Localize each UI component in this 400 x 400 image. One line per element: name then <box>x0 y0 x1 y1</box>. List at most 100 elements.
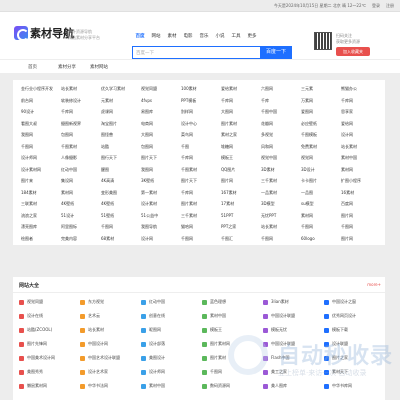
site-link[interactable]: 图片素材网 <box>202 341 230 347</box>
site-link[interactable]: 图片素材 <box>202 355 226 361</box>
site-link[interactable]: 设计艺术家 <box>80 369 108 375</box>
resource-link[interactable]: 模板王 <box>221 155 233 161</box>
resource-link[interactable]: 千图素材 <box>181 167 197 173</box>
resource-link[interactable]: 图片天下 <box>141 155 157 161</box>
nav-item[interactable]: 素材网站 <box>90 64 108 70</box>
resource-link[interactable]: 千图网 <box>101 224 113 230</box>
resource-link[interactable]: 千图网 <box>261 236 273 242</box>
resource-link[interactable]: 千库 <box>261 98 269 104</box>
resource-link[interactable]: 千库网 <box>61 109 73 115</box>
resource-link[interactable]: 图片网 <box>341 213 353 219</box>
site-link[interactable]: 模板王 <box>202 327 222 333</box>
resource-link[interactable]: 看图大叔 <box>21 121 37 127</box>
search-button[interactable]: 百度一下 <box>260 46 292 59</box>
resource-link[interactable]: 51壁纸 <box>101 213 114 219</box>
resource-link[interactable]: 一品素材 <box>261 190 277 196</box>
resource-link[interactable]: 4K高清 <box>101 178 114 184</box>
resource-link[interactable]: 16素材 <box>341 190 354 196</box>
resource-link[interactable]: 多视觉 <box>261 132 273 138</box>
more-link[interactable]: more+ <box>367 282 381 287</box>
resource-link[interactable]: 包图网 <box>141 144 153 150</box>
resource-link[interactable]: 扩图小程序 <box>341 178 361 184</box>
resource-link[interactable]: 我图网 <box>21 132 33 138</box>
resource-link[interactable]: 图片素材 <box>221 121 237 127</box>
site-link[interactable]: 东方视觉 <box>80 299 104 305</box>
resource-link[interactable]: 167素材 <box>221 190 237 196</box>
resource-link[interactable]: 素材中国 <box>341 155 357 161</box>
site-link[interactable]: 中国艺术设计联盟 <box>80 355 120 361</box>
resource-link[interactable]: 元素材 <box>101 98 113 104</box>
resource-link[interactable]: 我图导航 <box>141 224 157 230</box>
resource-link[interactable]: 集设网 <box>61 178 73 184</box>
resource-link[interactable]: 3D模型 <box>261 201 275 207</box>
resource-link[interactable]: 醒图 <box>101 167 109 173</box>
resource-link[interactable]: su模型 <box>301 201 314 207</box>
site-link[interactable]: 数码资源网 <box>202 383 230 389</box>
resource-link[interactable]: 千图 <box>181 144 189 150</box>
resource-link[interactable]: 设计师网 <box>21 155 37 161</box>
site-link[interactable]: 图片先锋网 <box>19 341 47 347</box>
resource-link[interactable]: 变形美图 <box>101 190 117 196</box>
resource-link[interactable]: QQ图片 <box>221 167 235 173</box>
resource-link[interactable]: 图片网 <box>341 236 353 242</box>
resource-link[interactable]: 猫哈网 <box>181 224 193 230</box>
resource-link[interactable]: PPT之家 <box>221 224 236 230</box>
resource-link[interactable]: 三联素材 <box>21 201 37 207</box>
site-link[interactable]: 站长素材 <box>80 327 104 333</box>
resource-link[interactable]: 爱给素材 <box>221 86 237 92</box>
site-link[interactable]: 中国美术设计网 <box>19 355 55 361</box>
resource-link[interactable]: 百度网 <box>341 201 353 207</box>
site-link[interactable]: 蓝色理想 <box>202 299 226 305</box>
resource-link[interactable]: 熊猫办公 <box>341 86 357 92</box>
site-link[interactable]: 素材中国 <box>141 383 165 389</box>
resource-link[interactable]: 堆糖网 <box>221 144 233 150</box>
resource-link[interactable]: 51公益中 <box>141 213 158 219</box>
resource-link[interactable]: 第一素材 <box>141 190 157 196</box>
resource-link[interactable]: 视觉网 <box>301 155 313 161</box>
resource-link[interactable]: 千图汇 <box>221 236 233 242</box>
resource-link[interactable]: 图片天下 <box>181 178 197 184</box>
add-favorite-button[interactable]: 加入收藏夹 <box>336 47 370 56</box>
resource-link[interactable]: 三元素 <box>301 86 313 92</box>
site-link[interactable]: 懒鼠素材网 <box>19 383 47 389</box>
resource-link[interactable]: 千图网 <box>181 236 193 242</box>
site-link[interactable]: 3lian素材 <box>263 299 289 305</box>
resource-link[interactable]: 3D素材 <box>261 167 275 173</box>
resource-link[interactable]: 无忧PPT <box>261 213 276 219</box>
resource-link[interactable]: 站酷 <box>101 144 109 150</box>
site-link[interactable]: 中国设计网 <box>80 341 108 347</box>
resource-link[interactable]: 六图网 <box>261 86 273 92</box>
resource-link[interactable]: 千库网 <box>221 98 233 104</box>
resource-link[interactable]: 图片网 <box>221 178 233 184</box>
resource-link[interactable]: 图片来 <box>21 178 33 184</box>
site-link[interactable]: 艺术云 <box>80 313 100 319</box>
site-link[interactable]: 美图设计 <box>141 355 165 361</box>
resource-link[interactable]: 虎课网 <box>101 109 113 115</box>
resource-link[interactable]: 17素材 <box>221 201 234 207</box>
site-link[interactable]: 千图网 <box>202 369 222 375</box>
search-tab[interactable]: 音乐 <box>196 33 212 39</box>
resource-link[interactable]: 千图网 <box>341 224 353 230</box>
resource-link[interactable]: 别样网 <box>181 109 193 115</box>
resource-link[interactable]: 千库网 <box>181 190 193 196</box>
site-link[interactable]: 中国设计联盟 <box>263 313 295 319</box>
login-link[interactable]: 登录 <box>372 3 380 9</box>
resource-link[interactable]: 包图网 <box>61 132 73 138</box>
site-link[interactable]: 中华书法网 <box>80 383 108 389</box>
resource-link[interactable]: 流浪之家 <box>21 213 37 219</box>
resource-link[interactable]: 素材网 <box>341 167 353 173</box>
resource-link[interactable]: 60logo <box>301 236 315 241</box>
resource-link[interactable]: 千库网 <box>181 155 193 161</box>
resource-link[interactable]: 万素网 <box>301 98 313 104</box>
site-link[interactable]: 优秀网页设计 <box>324 313 356 319</box>
resource-link[interactable]: 图行天下 <box>101 155 117 161</box>
resource-link[interactable]: 爱图网 <box>301 109 313 115</box>
search-tab[interactable]: 工具 <box>228 33 244 39</box>
resource-link[interactable]: 90设计 <box>21 109 34 115</box>
resource-link[interactable]: 图片素材 <box>181 201 197 207</box>
resource-link[interactable]: 设计网 <box>341 132 353 138</box>
resource-link[interactable]: 红动中国 <box>61 167 77 173</box>
resource-link[interactable]: 摄图新视界 <box>61 121 81 127</box>
resource-link[interactable]: 千图素材 <box>61 144 77 150</box>
resource-link[interactable]: 三千素材 <box>181 213 197 219</box>
